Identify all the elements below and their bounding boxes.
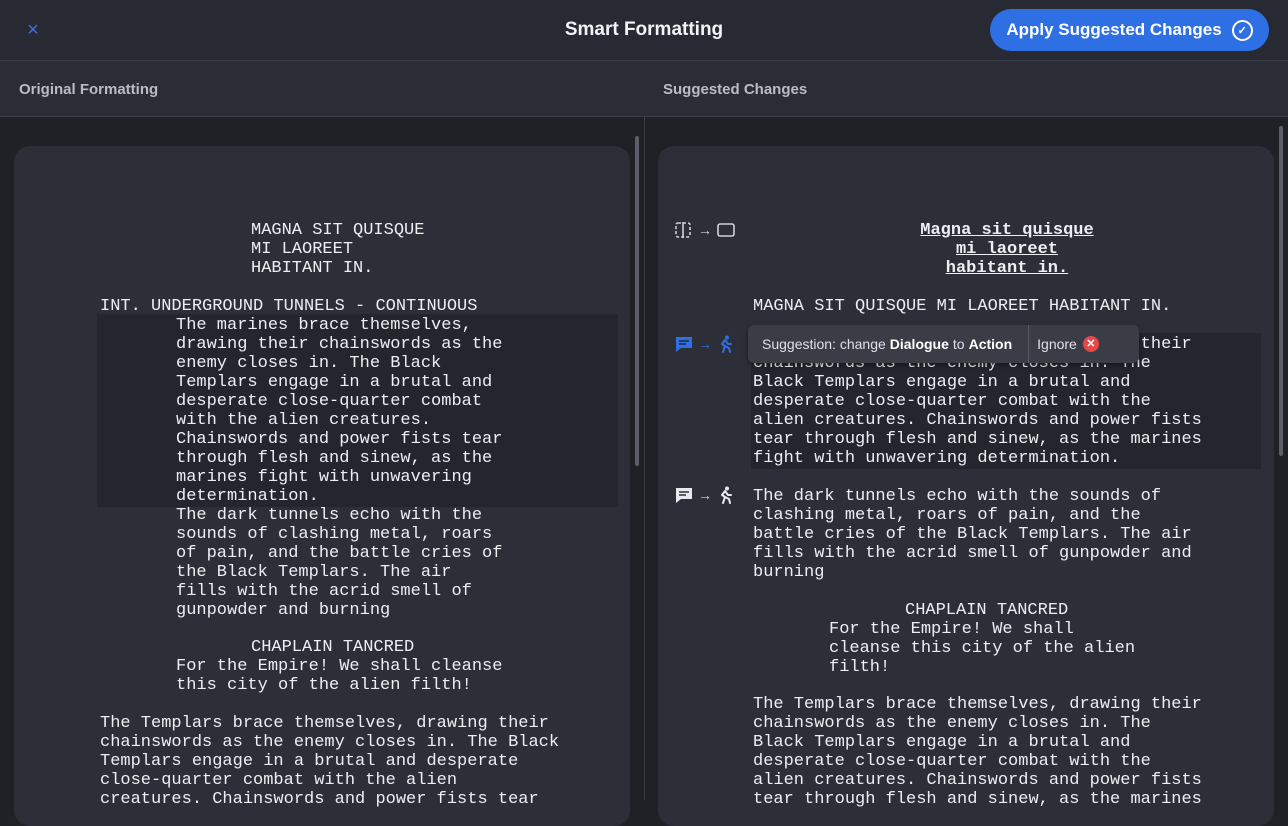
apply-suggested-changes-button[interactable]: Apply Suggested Changes ✓	[990, 9, 1269, 51]
column-headers: Original Formatting Suggested Changes	[0, 61, 1288, 117]
split-page-icon	[675, 222, 691, 238]
dialogue-to-action-indicator-active[interactable]: →	[674, 335, 734, 353]
apply-button-label: Apply Suggested Changes	[1006, 20, 1222, 39]
suggested-character-name: CHAPLAIN TANCRED	[905, 601, 1069, 620]
arrow-icon: →	[698, 222, 712, 238]
check-circle-icon: ✓	[1231, 19, 1253, 41]
original-formatting-header: Original Formatting	[19, 81, 159, 98]
dialogue-to-action-indicator[interactable]: →	[674, 486, 734, 504]
top-bar: × Smart Formatting Apply Suggested Chang…	[0, 0, 1288, 61]
column-divider	[644, 117, 645, 800]
original-title: MAGNA SIT QUISQUE MI LAOREET HABITANT IN…	[251, 221, 425, 278]
suggestion-prefix: Suggestion: change	[762, 336, 886, 352]
suggested-title: Magna sit quisque mi laoreet habitant in…	[909, 221, 1105, 278]
page-icon	[717, 223, 735, 237]
suggested-title-line-3: habitant in.	[945, 259, 1069, 278]
original-action-block-1: The marines brace themselves, drawing th…	[176, 316, 503, 506]
suggested-title-line-1: Magna sit quisque	[920, 221, 1094, 240]
suggestion-text: Suggestion: change Dialogue to Action	[748, 325, 1030, 363]
title-change-indicator[interactable]: →	[674, 221, 736, 239]
dialogue-icon	[676, 337, 692, 352]
original-character-name: CHAPLAIN TANCRED	[251, 638, 415, 657]
suggestion-tooltip: Suggestion: change Dialogue to Action Ig…	[748, 325, 1139, 363]
original-panel: MAGNA SIT QUISQUE MI LAOREET HABITANT IN…	[14, 146, 630, 826]
left-scrollbar[interactable]	[635, 136, 639, 466]
right-scrollbar[interactable]	[1279, 126, 1283, 456]
original-scene-heading: INT. UNDERGROUND TUNNELS - CONTINUOUS	[100, 297, 478, 316]
original-action-block-2: The dark tunnels echo with the sounds of…	[176, 506, 503, 620]
close-circle-icon: ✕	[1082, 336, 1099, 352]
suggested-changes-header: Suggested Changes	[663, 81, 808, 98]
dialogue-icon	[676, 488, 692, 503]
suggested-panel: Magna sit quisque mi laoreet habitant in…	[658, 146, 1274, 826]
suggested-action-block-2: The dark tunnels echo with the sounds of…	[753, 487, 1192, 582]
ignore-label: Ignore	[1037, 336, 1077, 352]
suggested-title-line-2: mi laoreet	[955, 240, 1059, 259]
arrow-icon: →	[698, 487, 712, 503]
suggestion-from: Dialogue	[889, 336, 949, 352]
suggestion-to-word: to	[952, 336, 965, 352]
suggestion-to: Action	[968, 336, 1013, 352]
action-icon	[721, 335, 732, 353]
suggested-action-block-3: The Templars brace themselves, drawing t…	[753, 695, 1202, 809]
ignore-button[interactable]: Ignore ✕	[1029, 336, 1107, 352]
action-icon	[721, 486, 732, 504]
suggested-heading: MAGNA SIT QUISQUE MI LAOREET HABITANT IN…	[753, 297, 1172, 316]
original-dialogue: For the Empire! We shall cleanse this ci…	[176, 657, 503, 695]
arrow-icon: →	[698, 336, 712, 352]
suggested-dialogue: For the Empire! We shall cleanse this ci…	[829, 620, 1136, 677]
original-action-block-3: The Templars brace themselves, drawing t…	[100, 714, 560, 809]
